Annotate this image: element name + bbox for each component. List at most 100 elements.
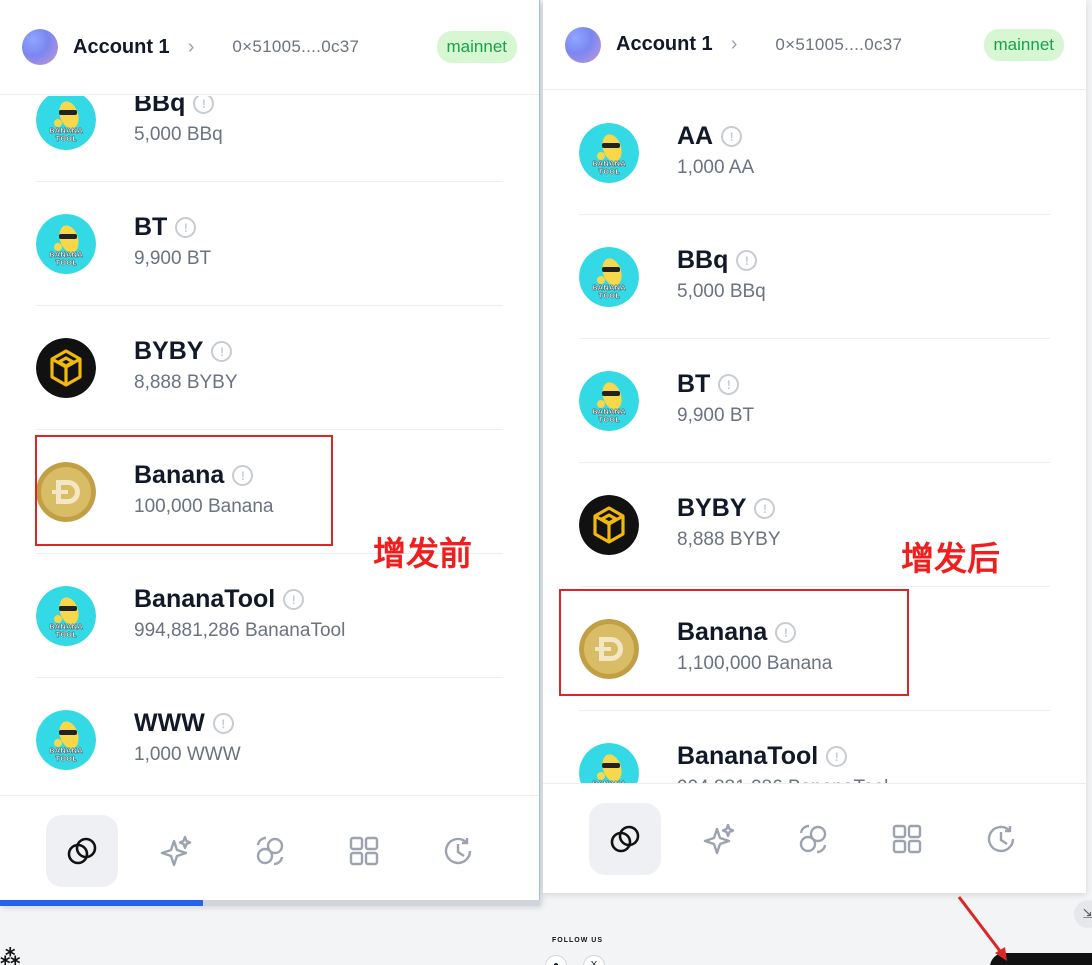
token-row-bbq[interactable]: BANANA TOOL BBq ! 5,000 BBq — [36, 96, 503, 182]
wallet-panel-before: Account 1 › 0×51005....0c37 mainnet BANA… — [0, 0, 540, 905]
expand-icon[interactable]: ⇲ — [1074, 900, 1092, 928]
wallet-header: Account 1 › 0×51005....0c37 mainnet — [0, 0, 539, 95]
token-symbol: BT — [677, 370, 711, 398]
token-row-aa[interactable]: BANANA TOOL AA ! 1,000 AA — [579, 91, 1050, 215]
token-balance: 5,000 BBq — [134, 124, 223, 145]
background-logo-fragment: ⁂ — [0, 947, 21, 965]
account-avatar[interactable] — [22, 29, 58, 65]
info-icon[interactable]: ! — [736, 250, 758, 271]
sparkles-icon[interactable] — [140, 815, 212, 887]
tokens-icon[interactable] — [46, 815, 118, 887]
history-icon[interactable] — [965, 803, 1037, 875]
info-icon[interactable]: ! — [211, 341, 233, 362]
loading-progress-bar — [0, 900, 540, 906]
token-balance: 5,000 BBq — [677, 281, 766, 302]
token-symbol: BYBY — [134, 337, 204, 365]
token-name: BT ! — [677, 370, 740, 399]
svg-text:TOOL: TOOL — [55, 259, 77, 267]
token-row-byby[interactable]: BYBY ! 8,888 BYBY — [36, 306, 503, 430]
annotation-after: 增发后 — [901, 539, 1000, 578]
wallet-panel-after: Account 1 › 0×51005....0c37 mainnet BANA… — [543, 0, 1086, 893]
token-symbol: WWW — [134, 709, 205, 737]
chevron-right-icon[interactable]: › — [188, 36, 195, 59]
history-icon[interactable] — [422, 815, 494, 887]
token-name: BananaTool ! — [134, 585, 305, 614]
token-symbol: BananaTool — [677, 742, 819, 770]
swap-icon[interactable] — [234, 815, 306, 887]
highlight-box-banana-after — [559, 589, 909, 696]
sparkles-icon[interactable] — [683, 803, 755, 875]
token-row-bananatool[interactable]: BANANATOOL BananaTool ! 994,881,286 Bana… — [579, 711, 1050, 786]
account-name[interactable]: Account 1 — [616, 33, 713, 56]
network-badge[interactable]: mainnet — [983, 28, 1064, 61]
token-row-bbq[interactable]: BANANA TOOL BBq ! 5,000 BBq — [579, 215, 1050, 339]
banana-tool-logo: BANANATOOL — [36, 710, 96, 770]
wallet-address[interactable]: 0×51005....0c37 — [232, 37, 359, 57]
follow-us-label: FOLLOW US — [552, 937, 603, 944]
svg-text:TOOL: TOOL — [55, 631, 77, 639]
token-balance: 8,888 BYBY — [134, 372, 238, 393]
token-symbol: BananaTool — [134, 585, 276, 613]
info-icon[interactable]: ! — [721, 126, 743, 147]
token-name: BananaTool ! — [677, 742, 848, 771]
byby-logo — [579, 495, 639, 555]
svg-text:TOOL: TOOL — [598, 292, 620, 300]
x-social-icon[interactable]: X — [583, 955, 605, 965]
svg-text:BANANA: BANANA — [49, 127, 83, 135]
apps-grid-icon[interactable] — [328, 815, 400, 887]
token-name: WWW ! — [134, 709, 234, 738]
svg-text:BANANA: BANANA — [49, 747, 83, 755]
token-name: AA ! — [677, 122, 743, 151]
red-arrow-annotation — [957, 896, 1007, 961]
chevron-right-icon[interactable]: › — [731, 33, 738, 56]
info-icon[interactable]: ! — [826, 746, 848, 767]
info-icon[interactable]: ! — [175, 217, 197, 238]
bottom-nav — [0, 795, 539, 905]
banana-tool-logo: BANANATOOL — [36, 214, 96, 274]
svg-text:BANANA: BANANA — [592, 160, 626, 168]
account-avatar[interactable] — [565, 26, 601, 63]
svg-text:TOOL: TOOL — [598, 168, 620, 176]
svg-text:TOOL: TOOL — [55, 135, 77, 143]
token-balance: 994,881,286 BananaTool — [134, 620, 346, 641]
token-symbol: BYBY — [677, 494, 747, 522]
token-row-bt[interactable]: BANANA TOOL BT ! 9,900 BT — [36, 182, 503, 306]
account-name[interactable]: Account 1 — [73, 36, 170, 59]
svg-text:BANANA: BANANA — [592, 408, 626, 416]
bottom-nav — [543, 783, 1086, 893]
info-icon[interactable]: ! — [754, 498, 776, 519]
info-icon[interactable]: ! — [718, 374, 740, 395]
token-balance: 1,000 AA — [677, 157, 755, 178]
swap-icon[interactable] — [777, 803, 849, 875]
info-icon[interactable]: ! — [212, 713, 234, 734]
token-row-www[interactable]: BANANA TOOL WWW ! 1,000 WWW — [36, 678, 503, 792]
token-balance: 9,900 BT — [134, 248, 212, 269]
svg-text:BANANA: BANANA — [49, 623, 83, 631]
progress-fill — [0, 900, 203, 906]
tokens-icon[interactable] — [589, 803, 661, 875]
token-balance: 1,000 WWW — [134, 744, 241, 765]
token-symbol: BT — [134, 213, 168, 241]
info-icon[interactable]: ! — [283, 589, 305, 610]
info-icon[interactable]: ! — [193, 96, 215, 114]
banana-tool-logo: BANANATOOL — [579, 371, 639, 431]
wallet-header: Account 1 › 0×51005....0c37 mainnet — [543, 0, 1086, 90]
social-link-icon[interactable]: ● — [545, 955, 567, 965]
wallet-address[interactable]: 0×51005....0c37 — [775, 35, 902, 55]
apps-grid-icon[interactable] — [871, 803, 943, 875]
banana-tool-logo: BANANATOOL — [579, 743, 639, 786]
token-balance: 8,888 BYBY — [677, 529, 781, 550]
token-name: BBq ! — [134, 96, 215, 118]
network-badge[interactable]: mainnet — [436, 31, 517, 63]
byby-logo — [36, 338, 96, 398]
banana-tool-logo: BANANATOOL — [36, 586, 96, 646]
token-symbol: AA — [677, 122, 714, 150]
token-name: BYBY ! — [134, 337, 233, 366]
annotation-before: 增发前 — [373, 534, 472, 573]
banana-tool-logo: BANANATOOL — [36, 96, 96, 150]
token-row-bt[interactable]: BANANA TOOL BT ! 9,900 BT — [579, 339, 1050, 463]
svg-text:TOOL: TOOL — [55, 755, 77, 763]
banana-tool-logo: BANANATOOL — [579, 247, 639, 307]
token-balance: 9,900 BT — [677, 405, 755, 426]
token-name: BBq ! — [677, 246, 758, 275]
